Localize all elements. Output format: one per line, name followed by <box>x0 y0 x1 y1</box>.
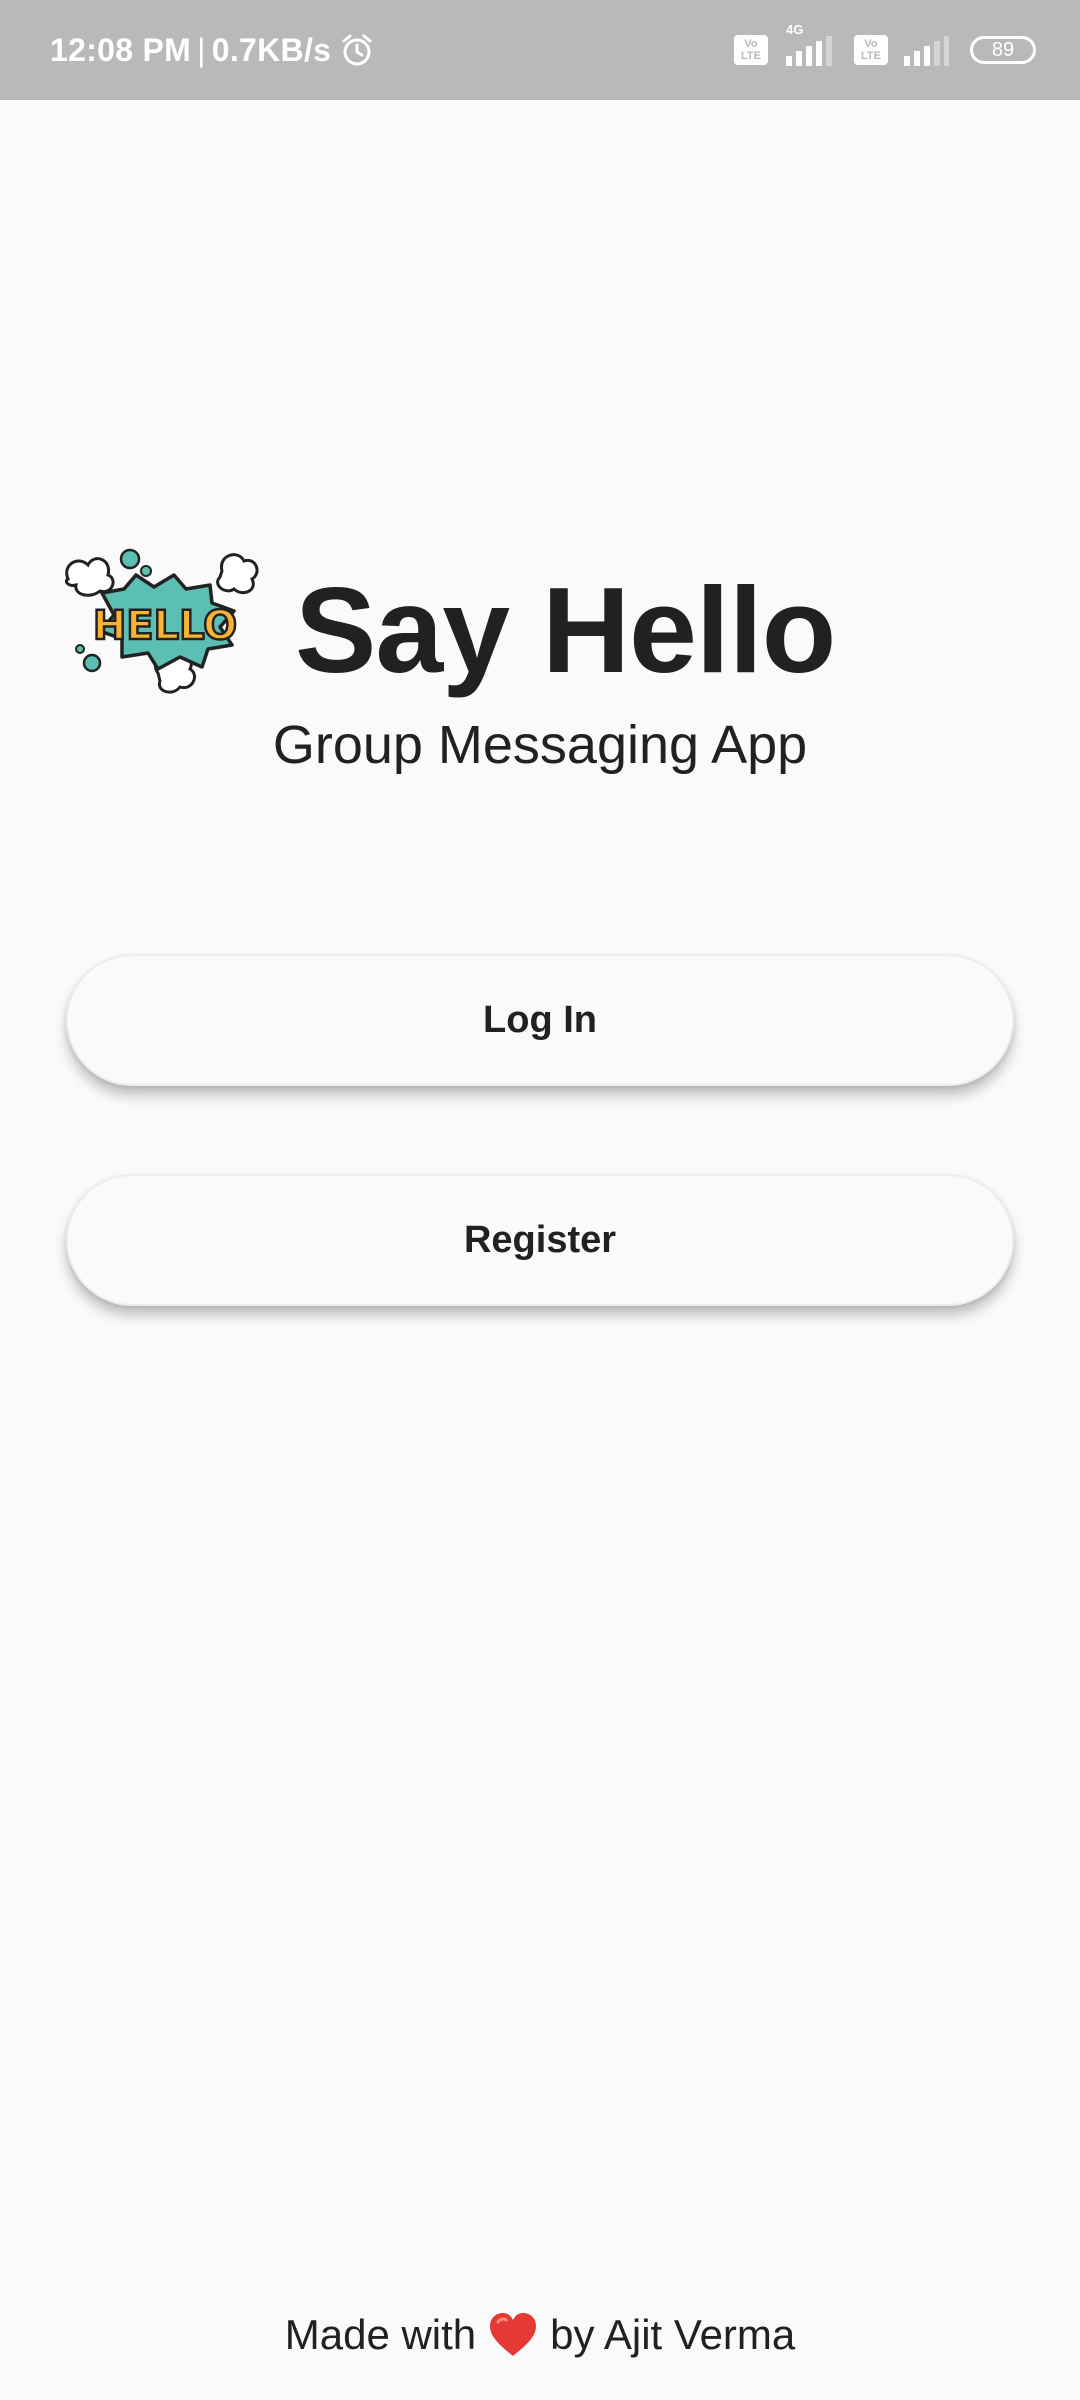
volte-top-label: Vo <box>864 38 878 50</box>
battery-icon: 89 <box>970 36 1036 64</box>
volte-icon: Vo LTE <box>854 35 888 65</box>
volte-icon: Vo LTE <box>734 35 768 65</box>
register-button[interactable]: Register <box>66 1174 1014 1306</box>
heart-icon <box>488 2312 538 2358</box>
status-time: 12:08 PM <box>50 31 192 68</box>
status-separator: | <box>197 31 206 68</box>
status-right: Vo LTE 4G Vo LTE 89 <box>734 0 1036 100</box>
footer-suffix: by Ajit Verma <box>550 2311 796 2358</box>
footer-credit: Made with by Ajit Verma <box>0 2300 1080 2370</box>
register-button-label: Register <box>463 1218 617 1261</box>
logo-text: HELLO <box>93 603 237 649</box>
volte-bottom-label: LTE <box>741 50 761 62</box>
alarm-icon <box>339 32 375 68</box>
signal-icon: 4G <box>782 22 840 66</box>
status-bar: 12:08 PM | 0.7KB/s Vo LTE 4G Vo LTE 89 <box>0 0 1080 100</box>
volte-bottom-label: LTE <box>861 50 881 62</box>
app-subtitle: Group Messaging App <box>272 715 808 775</box>
login-button-label: Log In <box>483 998 597 1041</box>
login-button[interactable]: Log In <box>66 954 1014 1086</box>
network-type: 4G <box>786 22 804 37</box>
hello-logo: HELLO <box>62 545 262 705</box>
signal-icon <box>902 34 950 66</box>
battery-level: 89 <box>991 38 1015 61</box>
app-title: Say Hello <box>295 562 836 698</box>
welcome-screen: 12:08 PM | 0.7KB/s Vo LTE 4G Vo LTE 89 H… <box>0 0 1080 2400</box>
volte-top-label: Vo <box>744 38 758 50</box>
network-speed: 0.7KB/s <box>211 31 332 68</box>
status-left: 12:08 PM | 0.7KB/s <box>50 0 375 100</box>
footer-prefix: Made with <box>284 2311 477 2358</box>
